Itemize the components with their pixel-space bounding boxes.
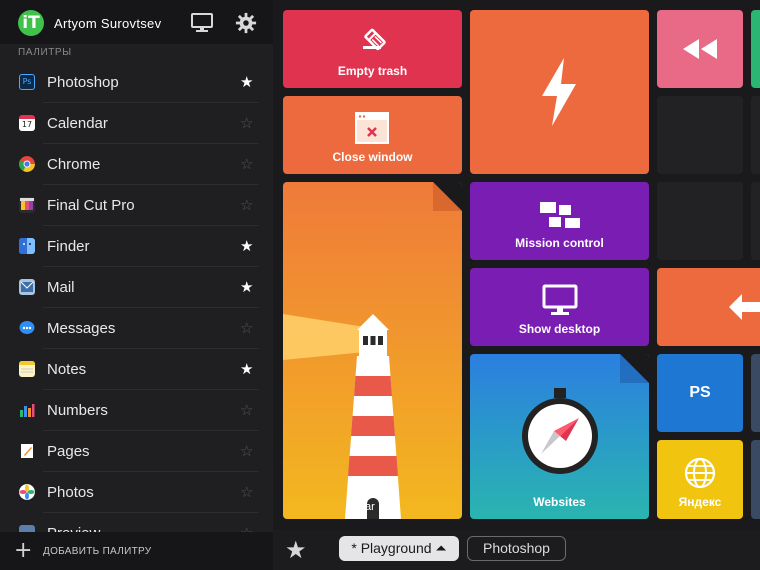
sidebar-item-label: Messages bbox=[47, 320, 116, 337]
empty-slot[interactable] bbox=[657, 96, 743, 174]
user-name[interactable]: Artyom Surovtsev bbox=[54, 16, 161, 31]
sidebar-item-label: Calendar bbox=[47, 115, 108, 132]
section-title: ПАЛИТРЫ bbox=[18, 47, 72, 58]
monitor-icon bbox=[542, 284, 578, 315]
star-icon[interactable]: ★ bbox=[240, 237, 253, 255]
app-logo: iT bbox=[18, 10, 44, 36]
tile-label: Яндекс bbox=[678, 495, 722, 509]
pages-icon bbox=[21, 444, 33, 458]
notes-icon bbox=[19, 361, 35, 377]
tile-label: Websites bbox=[533, 495, 586, 509]
finder-icon bbox=[19, 238, 35, 254]
arrow-left-icon bbox=[729, 294, 760, 320]
sidebar-footer: + ДОБАВИТЬ ПАЛИТРУ bbox=[0, 532, 273, 570]
numbers-icon bbox=[20, 404, 35, 417]
palette-toolbar: ★ * Playground ⏶ Photoshop bbox=[273, 530, 760, 570]
sidebar-item-final-cut-pro[interactable]: Final Cut Pro ☆ bbox=[0, 185, 273, 226]
sidebar-item-label: Pages bbox=[47, 443, 90, 460]
sidebar: iT Artyom Surovtsev ПАЛИТРЫ Ps Photoshop… bbox=[0, 0, 273, 570]
star-outline-icon[interactable]: ☆ bbox=[240, 114, 253, 132]
gear-icon[interactable] bbox=[235, 12, 257, 34]
calendar-icon: 17 bbox=[19, 115, 35, 131]
star-outline-icon[interactable]: ☆ bbox=[240, 319, 253, 337]
sidebar-item-chrome[interactable]: Chrome ☆ bbox=[0, 144, 273, 185]
plus-icon[interactable]: + bbox=[14, 540, 32, 562]
lighthouse-illustration: ar bbox=[283, 182, 462, 519]
chrome-icon bbox=[19, 156, 35, 172]
tile-lightning[interactable] bbox=[470, 10, 649, 174]
empty-slot[interactable] bbox=[751, 96, 760, 174]
sidebar-header: iT Artyom Surovtsev bbox=[0, 0, 273, 44]
star-icon[interactable]: ★ bbox=[240, 360, 253, 378]
star-outline-icon[interactable]: ☆ bbox=[240, 483, 253, 501]
star-outline-icon[interactable]: ☆ bbox=[240, 155, 253, 173]
tile-edge[interactable] bbox=[751, 440, 760, 519]
sidebar-item-notes[interactable]: Notes ★ bbox=[0, 349, 273, 390]
tile-websites[interactable]: Websites bbox=[470, 354, 649, 519]
compass-icon bbox=[522, 388, 598, 474]
tile-label: Show desktop bbox=[518, 322, 601, 336]
monitor-icon[interactable] bbox=[191, 13, 213, 33]
add-palette-button[interactable]: ДОБАВИТЬ ПАЛИТРУ bbox=[43, 546, 151, 557]
tile-grid: Empty trash Close window ar Mission cont… bbox=[273, 0, 760, 530]
tile-label: Close window bbox=[332, 150, 413, 164]
sidebar-item-messages[interactable]: Messages ☆ bbox=[0, 308, 273, 349]
tile-empty-trash[interactable]: Empty trash bbox=[283, 10, 462, 88]
tab-playground[interactable]: * Playground ⏶ bbox=[339, 536, 459, 561]
tile-label: Empty trash bbox=[337, 64, 408, 78]
sidebar-item-label: Photoshop bbox=[47, 74, 119, 91]
tile-green[interactable] bbox=[751, 10, 760, 88]
empty-slot[interactable] bbox=[657, 182, 743, 260]
star-icon[interactable]: ★ bbox=[240, 73, 253, 91]
lighthouse-text: ar bbox=[365, 501, 375, 513]
sidebar-item-label: Final Cut Pro bbox=[47, 197, 135, 214]
final-cut-pro-icon bbox=[19, 197, 35, 213]
tile-mission-control[interactable]: Mission control bbox=[470, 182, 649, 260]
sidebar-item-calendar[interactable]: 17 Calendar ☆ bbox=[0, 103, 273, 144]
sidebar-item-pages[interactable]: Pages ☆ bbox=[0, 431, 273, 472]
sidebar-item-numbers[interactable]: Numbers ☆ bbox=[0, 390, 273, 431]
star-outline-icon[interactable]: ☆ bbox=[240, 401, 253, 419]
star-outline-icon[interactable]: ☆ bbox=[240, 442, 253, 460]
sidebar-item-finder[interactable]: Finder ★ bbox=[0, 226, 273, 267]
tile-back-arrow[interactable] bbox=[657, 268, 760, 346]
mission-control-icon bbox=[540, 202, 580, 228]
sidebar-item-label: Notes bbox=[47, 361, 87, 378]
tile-lighthouse[interactable]: ar bbox=[283, 182, 462, 519]
sidebar-item-label: Photos bbox=[47, 484, 94, 501]
trash-pencil-icon bbox=[363, 28, 386, 51]
close-window-icon bbox=[355, 112, 389, 144]
tile-yandex[interactable]: Яндекс bbox=[657, 440, 743, 519]
palette-list: Ps Photoshop ★ 17 Calendar ☆ Chrome ☆ Fi… bbox=[0, 62, 273, 538]
rewind-icon bbox=[683, 39, 717, 59]
lightning-icon bbox=[542, 58, 576, 126]
messages-icon bbox=[19, 321, 35, 334]
tile-rewind[interactable] bbox=[657, 10, 743, 88]
photos-icon bbox=[19, 484, 35, 500]
star-outline-icon[interactable]: ☆ bbox=[240, 196, 253, 214]
tile-label: Mission control bbox=[515, 236, 604, 250]
globe-icon bbox=[684, 457, 716, 489]
sidebar-item-label: Finder bbox=[47, 238, 90, 255]
sidebar-item-label: Numbers bbox=[47, 402, 108, 419]
tab-photoshop[interactable]: Photoshop bbox=[467, 536, 566, 561]
tile-close-window[interactable]: Close window bbox=[283, 96, 462, 174]
sidebar-item-mail[interactable]: Mail ★ bbox=[0, 267, 273, 308]
sidebar-item-label: Mail bbox=[47, 279, 75, 296]
star-icon[interactable]: ★ bbox=[240, 278, 253, 296]
ps-label: PS bbox=[689, 384, 711, 401]
sidebar-item-photoshop[interactable]: Ps Photoshop ★ bbox=[0, 62, 273, 103]
tile-show-desktop[interactable]: Show desktop bbox=[470, 268, 649, 346]
mail-icon bbox=[19, 279, 35, 295]
sidebar-item-photos[interactable]: Photos ☆ bbox=[0, 472, 273, 513]
tile-edge[interactable] bbox=[751, 354, 760, 432]
star-icon[interactable]: ★ bbox=[285, 536, 307, 564]
sidebar-item-label: Chrome bbox=[47, 156, 101, 173]
tile-ps[interactable]: PS bbox=[657, 354, 743, 432]
empty-slot[interactable] bbox=[751, 182, 760, 260]
photoshop-icon: Ps bbox=[19, 74, 35, 90]
